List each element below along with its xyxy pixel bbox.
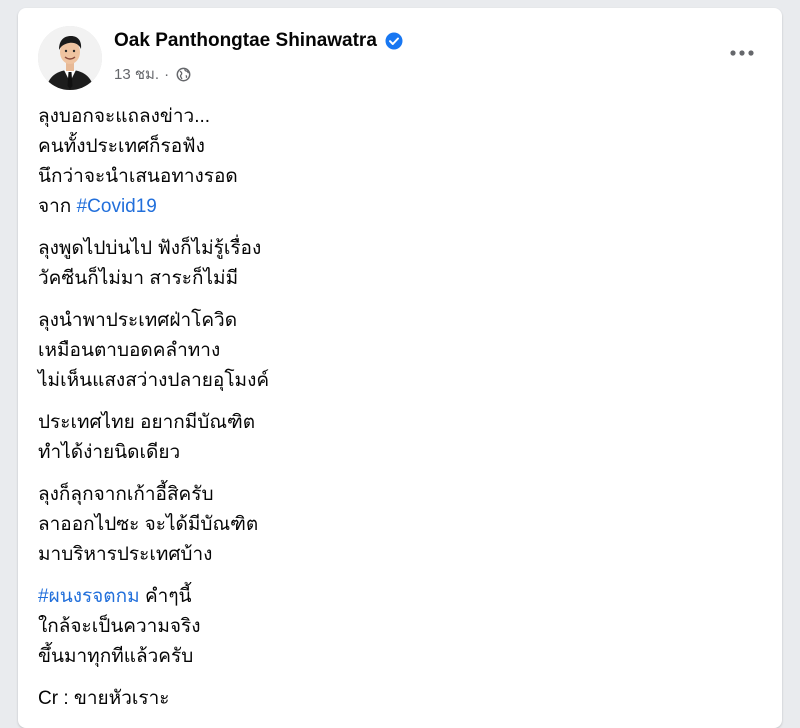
post-line: เหมือนตาบอดคลำทาง [38,336,762,366]
post-paragraph: Cr : ขายหัวเราะ [38,684,762,714]
post-card: Oak Panthongtae Shinawatra 13 ชม. · ลุงบ… [18,8,782,728]
meta-separator: · [164,65,170,83]
more-options-button[interactable] [724,38,760,68]
line-text: จาก [38,196,77,217]
timestamp[interactable]: 13 ชม. [114,62,159,86]
post-line: นึกว่าจะนำเสนอทางรอด [38,162,762,192]
post-line: วัคซีนก็ไม่มา สาระก็ไม่มี [38,264,762,294]
line-text: ลุงก็ลุกจากเก้าอี้สิครับ [38,484,214,505]
post-line: #ผนงรจตกม คำๆนี้ [38,582,762,612]
post-line: Cr : ขายหัวเราะ [38,684,762,714]
line-text: ประเทศไทย อยากมีบัณฑิต [38,412,256,433]
line-text: นึกว่าจะนำเสนอทางรอด [38,166,238,187]
line-text: ลุงพูดไปบ่นไป ฟังก็ไม่รู้เรื่อง [38,238,262,259]
post-line: ทำได้ง่ายนิดเดียว [38,438,762,468]
post-line: ขึ้นมาทุกทีแล้วครับ [38,642,762,672]
author-name[interactable]: Oak Panthongtae Shinawatra [114,30,377,52]
post-line: จาก #Covid19 [38,192,762,222]
line-text: ใกล้จะเป็นความจริง [38,616,201,637]
line-text: คำๆนี้ [139,586,192,607]
line-text: วัคซีนก็ไม่มา สาระก็ไม่มี [38,268,239,289]
hashtag-link[interactable]: #ผนงรจตกม [38,586,140,607]
post-line: ไม่เห็นแสงสว่างปลายอุโมงค์ [38,366,762,396]
post-paragraph: ลุงพูดไปบ่นไป ฟังก็ไม่รู้เรื่องวัคซีนก็ไ… [38,234,762,294]
line-text: เหมือนตาบอดคลำทาง [38,340,221,361]
line-text: ทำได้ง่ายนิดเดียว [38,442,181,463]
line-text: ลาออกไปซะ จะได้มีบัณฑิต [38,514,259,535]
more-options-icon [730,50,754,56]
post-line: คนทั้งประเทศก็รอฟัง [38,132,762,162]
post-line: ลาออกไปซะ จะได้มีบัณฑิต [38,510,762,540]
post-paragraph: ลุงบอกจะแถลงข่าว... คนทั้งประเทศก็รอฟังนึ… [38,102,762,222]
post-line: ลุงก็ลุกจากเก้าอี้สิครับ [38,480,762,510]
line-text: มาบริหารประเทศบ้าง [38,544,213,565]
line-text: ไม่เห็นแสงสว่างปลายอุโมงค์ [38,370,270,391]
avatar[interactable] [38,26,102,90]
globe-icon[interactable] [176,67,191,82]
post-paragraph: ลุงก็ลุกจากเก้าอี้สิครับลาออกไปซะ จะได้ม… [38,480,762,570]
line-text: ลุงบอกจะแถลงข่าว... [38,106,211,127]
post-line: ลุงนำพาประเทศฝ่าโควิด [38,306,762,336]
line-text: คนทั้งประเทศก็รอฟัง [38,136,205,157]
post-meta: 13 ชม. · [114,62,191,86]
post-text: ลุงบอกจะแถลงข่าว... คนทั้งประเทศก็รอฟังนึ… [38,102,762,726]
hashtag-link[interactable]: #Covid19 [77,196,157,217]
author-row: Oak Panthongtae Shinawatra [114,30,403,52]
line-text: ลุงนำพาประเทศฝ่าโควิด [38,310,238,331]
post-line: ลุงพูดไปบ่นไป ฟังก็ไม่รู้เรื่อง [38,234,762,264]
post-line: ประเทศไทย อยากมีบัณฑิต [38,408,762,438]
post-line: ลุงบอกจะแถลงข่าว... [38,102,762,132]
post-paragraph: ประเทศไทย อยากมีบัณฑิตทำได้ง่ายนิดเดียว [38,408,762,468]
post-line: ใกล้จะเป็นความจริง [38,612,762,642]
post-paragraph: ลุงนำพาประเทศฝ่าโควิดเหมือนตาบอดคลำทางไม… [38,306,762,396]
post-line: มาบริหารประเทศบ้าง [38,540,762,570]
post-paragraph: #ผนงรจตกม คำๆนี้ใกล้จะเป็นความจริงขึ้นมา… [38,582,762,672]
verified-badge-icon [385,32,403,50]
line-text: ขึ้นมาทุกทีแล้วครับ [38,646,194,667]
profile-photo [38,26,102,90]
line-text: Cr : ขายหัวเราะ [38,688,170,709]
